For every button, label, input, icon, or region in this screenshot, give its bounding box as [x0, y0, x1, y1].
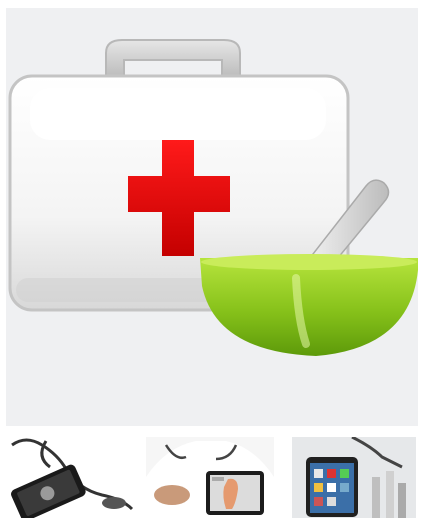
thumbnail-phone-stethoscope[interactable] [6, 437, 136, 518]
thumbnail-phone-medical-apps[interactable] [292, 437, 416, 518]
smartphone-stethoscope-icon [6, 437, 136, 518]
main-gallery-image [6, 8, 418, 426]
thumbnail-doctor-tablet[interactable] [146, 437, 274, 518]
first-aid-kit-icon [8, 39, 418, 356]
smartphone-medical-apps-icon [292, 437, 416, 518]
thumbnail-strip [0, 437, 422, 518]
doctor-tablet-icon [146, 437, 274, 518]
